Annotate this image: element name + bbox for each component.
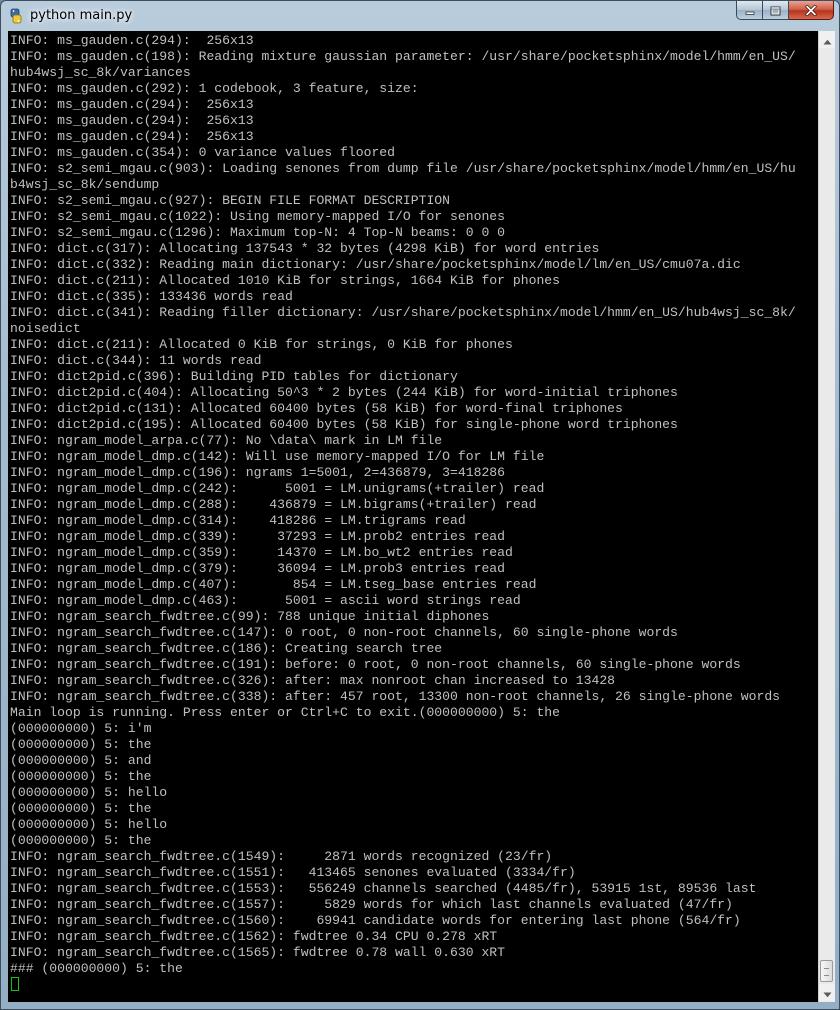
console-line: INFO: dict2pid.c(396): Building PID tabl… <box>10 369 458 384</box>
console-line: INFO: ngram_search_fwdtree.c(1562): fwdt… <box>10 929 498 944</box>
console-line: (000000000) 5: hello <box>10 785 168 800</box>
console-line: INFO: dict.c(317): Allocating 137543 * 3… <box>10 241 600 256</box>
console-line: INFO: ngram_model_dmp.c(242): 5001 = LM.… <box>10 481 545 496</box>
console-line: (000000000) 5: the <box>10 769 152 784</box>
console-line: INFO: s2_semi_mgau.c(927): BEGIN FILE FO… <box>10 193 451 208</box>
console-line: (000000000) 5: the <box>10 833 152 848</box>
scroll-down-button[interactable] <box>819 984 835 1001</box>
console-line: INFO: ms_gauden.c(294): 256x13 <box>10 33 254 48</box>
console-line: INFO: ngram_model_arpa.c(77): No \data\ … <box>10 433 443 448</box>
console-line: INFO: dict2pid.c(404): Allocating 50^3 *… <box>10 385 678 400</box>
maximize-button[interactable] <box>763 1 789 20</box>
python-icon[interactable] <box>8 8 24 24</box>
vertical-scrollbar[interactable] <box>818 31 835 1002</box>
console-line: INFO: ngram_search_fwdtree.c(1565): fwdt… <box>10 945 506 960</box>
console-line: Main loop is running. Press enter or Ctr… <box>10 705 561 720</box>
console-line: INFO: s2_semi_mgau.c(1296): Maximum top-… <box>10 225 506 240</box>
minimize-button[interactable] <box>736 1 763 20</box>
console-line: INFO: ngram_search_fwdtree.c(338): after… <box>10 689 781 704</box>
console-line: INFO: ngram_search_fwdtree.c(99): 788 un… <box>10 609 490 624</box>
console-line: INFO: ngram_search_fwdtree.c(1549): 2871… <box>10 849 553 864</box>
console-line: (000000000) 5: hello <box>10 817 168 832</box>
close-button[interactable] <box>789 1 834 20</box>
console-output[interactable]: INFO: ms_gauden.c(294): 256x13 INFO: ms_g… <box>8 31 818 1002</box>
console-line: INFO: ngram_model_dmp.c(339): 37293 = LM… <box>10 529 506 544</box>
window-title: python main.py <box>30 8 133 23</box>
arrow-up-icon <box>823 30 832 49</box>
console-line: INFO: ngram_search_fwdtree.c(1553): 5562… <box>10 881 757 896</box>
console-window: python main.py INFO: ms_gauden.c(294): 2… <box>0 0 840 1010</box>
close-icon <box>805 1 817 20</box>
console-line: INFO: ngram_model_dmp.c(314): 418286 = L… <box>10 513 466 528</box>
console-line: (000000000) 5: the <box>10 737 152 752</box>
scrollbar-thumb[interactable] <box>820 960 833 982</box>
console-line: INFO: ms_gauden.c(294): 256x13 <box>10 97 254 112</box>
console-line: INFO: dict2pid.c(195): Allocated 60400 b… <box>10 417 678 432</box>
console-line: INFO: ms_gauden.c(198): Reading mixture … <box>10 49 796 64</box>
console-line: INFO: ms_gauden.c(294): 256x13 <box>10 129 254 144</box>
console-line: INFO: s2_semi_mgau.c(903): Loading senon… <box>10 161 796 176</box>
console-line: INFO: ngram_model_dmp.c(463): 5001 = asc… <box>10 593 521 608</box>
console-line: hub4wsj_sc_8k/variances <box>10 65 191 80</box>
console-line: INFO: dict.c(335): 133436 words read <box>10 289 293 304</box>
maximize-icon <box>770 1 781 20</box>
console-line: INFO: ngram_search_fwdtree.c(147): 0 roo… <box>10 625 678 640</box>
console-line: INFO: dict.c(211): Allocated 0 KiB for s… <box>10 337 513 352</box>
console-line: INFO: ngram_model_dmp.c(142): Will use m… <box>10 449 545 464</box>
console-line: INFO: ngram_model_dmp.c(359): 14370 = LM… <box>10 545 513 560</box>
console-line: INFO: dict.c(211): Allocated 1010 KiB fo… <box>10 273 561 288</box>
console-line: INFO: dict.c(332): Reading main dictiona… <box>10 257 741 272</box>
console-line: INFO: ngram_search_fwdtree.c(1557): 5829… <box>10 897 733 912</box>
console-line: INFO: dict.c(344): 11 words read <box>10 353 262 368</box>
console-line: INFO: ngram_search_fwdtree.c(191): befor… <box>10 657 741 672</box>
console-line: INFO: ngram_model_dmp.c(288): 436879 = L… <box>10 497 537 512</box>
console-line: INFO: ms_gauden.c(292): 1 codebook, 3 fe… <box>10 81 419 96</box>
console-line: (000000000) 5: i'm <box>10 721 152 736</box>
console-line: INFO: dict2pid.c(131): Allocated 60400 b… <box>10 401 623 416</box>
scroll-up-button[interactable] <box>819 31 835 48</box>
console-line: INFO: ms_gauden.c(354): 0 variance value… <box>10 145 396 160</box>
arrow-down-icon <box>823 983 832 1002</box>
console-line: INFO: ms_gauden.c(294): 256x13 <box>10 113 254 128</box>
text-cursor <box>11 977 19 991</box>
console-line: (000000000) 5: and <box>10 753 152 768</box>
console-line: INFO: ngram_search_fwdtree.c(186): Creat… <box>10 641 443 656</box>
console-line: b4wsj_sc_8k/sendump <box>10 177 160 192</box>
console-line: INFO: ngram_model_dmp.c(379): 36094 = LM… <box>10 561 506 576</box>
console-line: INFO: dict.c(341): Reading filler dictio… <box>10 305 796 320</box>
console-line: INFO: ngram_model_dmp.c(196): ngrams 1=5… <box>10 465 506 480</box>
title-bar[interactable]: python main.py <box>1 1 839 31</box>
console-line: INFO: ngram_search_fwdtree.c(1560): 6994… <box>10 913 741 928</box>
console-line: INFO: ngram_model_dmp.c(407): 854 = LM.t… <box>10 577 537 592</box>
window-controls <box>736 1 834 21</box>
console-line: INFO: ngram_search_fwdtree.c(326): after… <box>10 673 616 688</box>
console-line: INFO: s2_semi_mgau.c(1022): Using memory… <box>10 209 506 224</box>
console-line: ### (000000000) 5: the <box>10 961 183 976</box>
console-line: INFO: ngram_search_fwdtree.c(1551): 4134… <box>10 865 576 880</box>
minimize-icon <box>745 1 755 20</box>
console-line: noisedict <box>10 321 81 336</box>
console-line: (000000000) 5: the <box>10 801 152 816</box>
